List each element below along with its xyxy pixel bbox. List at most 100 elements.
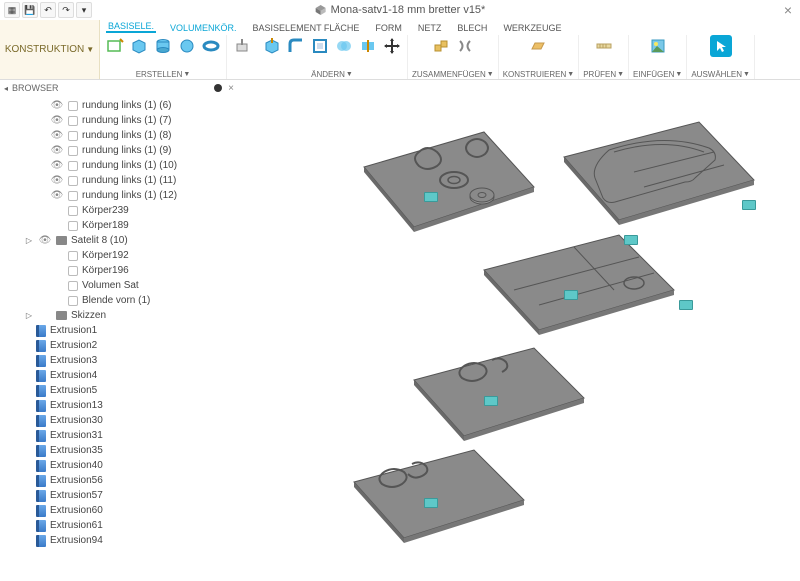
visibility-icon[interactable]: 👁 [50,190,64,201]
chevron-down-icon: ▼ [86,45,94,54]
qat-btn-4[interactable]: ↷ [58,2,74,18]
browser-options-icon[interactable] [214,84,222,92]
sphere-primitive-icon[interactable] [176,35,198,57]
select-icon[interactable] [710,35,732,57]
visibility-icon[interactable]: 👁 [50,115,64,126]
tree-item[interactable]: 👁 Körper189 [4,218,234,233]
tree-item-extrusion[interactable]: Extrusion4 [4,368,234,383]
tree-item[interactable]: 👁 rundung links (1) (11) [4,173,234,188]
body-icon [68,146,78,156]
tree-item-extrusion[interactable]: Extrusion57 [4,488,234,503]
group-auswaehlen-label: AUSWÄHLEN [691,70,742,79]
tab-netz[interactable]: NETZ [416,23,444,33]
body-plate-3[interactable] [484,235,674,345]
tree-item-extrusion[interactable]: Extrusion3 [4,353,234,368]
move-icon[interactable] [381,35,403,57]
qat-btn-1[interactable]: ▦ [4,2,20,18]
insert-icon[interactable] [647,35,669,57]
sketch-icon[interactable] [104,35,126,57]
tree-item[interactable]: 👁 rundung links (1) (7) [4,113,234,128]
combine-icon[interactable] [333,35,355,57]
tab-basisele[interactable]: BASISELE. [106,21,156,33]
chevron-down-icon[interactable]: ▼ [617,71,624,78]
tree-item-extrusion[interactable]: Extrusion61 [4,518,234,533]
chevron-down-icon[interactable]: ▼ [183,71,190,78]
body-plate-2[interactable] [564,122,754,237]
tree-item[interactable]: 👁 Körper239 [4,203,234,218]
ribbon: KONSTRUKTION▼ BASISELE. VOLUMENKÖR. BASI… [0,20,800,80]
visibility-icon[interactable]: 👁 [38,235,52,246]
tree-item-extrusion[interactable]: Extrusion30 [4,413,234,428]
chevron-down-icon[interactable]: ▼ [487,71,494,78]
tree-label: rundung links (1) (7) [82,115,171,126]
tree-item-extrusion[interactable]: Extrusion35 [4,443,234,458]
extrude-icon[interactable] [231,35,253,57]
tree-item-extrusion[interactable]: Extrusion40 [4,458,234,473]
shell-icon[interactable] [309,35,331,57]
tab-form[interactable]: FORM [373,23,404,33]
body-plate-1[interactable] [364,132,534,242]
tree-item-extrusion[interactable]: Extrusion5 [4,383,234,398]
tree-item-extrusion[interactable]: Extrusion1 [4,323,234,338]
body-plate-5[interactable] [354,450,524,550]
tree-item-extrusion[interactable]: Extrusion2 [4,338,234,353]
tree-label: Extrusion35 [50,445,103,456]
tree-item-extrusion[interactable]: Extrusion60 [4,503,234,518]
torus-primitive-icon[interactable] [200,35,222,57]
visibility-icon[interactable]: 👁 [50,100,64,111]
tree-item[interactable]: 👁 Blende vorn (1) [4,293,234,308]
title-text: Mona-satv1-18 mm bretter v15* [331,4,486,16]
body-plate-4[interactable] [414,348,584,448]
tree-item[interactable]: 👁 rundung links (1) (9) [4,143,234,158]
feature-icon [36,400,46,412]
viewport[interactable] [234,80,800,581]
visibility-icon[interactable]: 👁 [50,145,64,156]
tree-item[interactable]: 👁 Körper196 [4,263,234,278]
chevron-down-icon[interactable]: ▼ [743,71,750,78]
expand-icon[interactable]: ▷ [24,311,34,320]
qat-btn-3[interactable]: ↶ [40,2,56,18]
chevron-down-icon[interactable]: ▼ [567,71,574,78]
tree-item-extrusion[interactable]: Extrusion31 [4,428,234,443]
chevron-down-icon[interactable]: ▼ [346,71,353,78]
fillet-icon[interactable] [285,35,307,57]
joint-icon[interactable] [454,35,476,57]
tree-label: Extrusion30 [50,415,103,426]
tab-flaeche[interactable]: BASISELEMENT FLÄCHE [251,23,362,33]
tab-werkzeuge[interactable]: WERKZEUGE [501,23,563,33]
box-primitive-icon[interactable] [128,35,150,57]
tree-item-extrusion[interactable]: Extrusion56 [4,473,234,488]
tree-item[interactable]: 👁 rundung links (1) (6) [4,98,234,113]
assemble-icon[interactable] [430,35,452,57]
tree-item-extrusion[interactable]: Extrusion13 [4,398,234,413]
tree-item-skizzen[interactable]: ▷ 👁 Skizzen [4,308,234,323]
group-konstr-label: KONSTRUIEREN [503,70,567,79]
cylinder-primitive-icon[interactable] [152,35,174,57]
plane-icon[interactable] [527,35,549,57]
tree-item[interactable]: 👁 Körper192 [4,248,234,263]
visibility-icon[interactable]: 👁 [50,175,64,186]
tree-item-satelit[interactable]: ▷ 👁 Satelit 8 (10) [4,233,234,248]
workspace-picker[interactable]: KONSTRUKTION▼ [0,20,100,79]
visibility-icon[interactable]: 👁 [50,160,64,171]
expand-icon[interactable]: ▷ [24,236,34,245]
tree-item[interactable]: 👁 rundung links (1) (12) [4,188,234,203]
visibility-icon[interactable]: 👁 [50,130,64,141]
tree-item[interactable]: 👁 rundung links (1) (8) [4,128,234,143]
measure-icon[interactable] [593,35,615,57]
qat-btn-5[interactable]: ▾ [76,2,92,18]
chevron-down-icon[interactable]: ▼ [675,71,682,78]
badge-icon [742,200,756,210]
tree-item-extrusion[interactable]: Extrusion94 [4,533,234,548]
qat-btn-2[interactable]: 💾 [22,2,38,18]
split-icon[interactable] [357,35,379,57]
presspull-icon[interactable] [261,35,283,57]
tree-label: Extrusion13 [50,400,103,411]
collapse-arrow-icon[interactable]: ◂ [4,84,8,93]
tree-item[interactable]: 👁 Volumen Sat [4,278,234,293]
tree-item[interactable]: 👁 rundung links (1) (10) [4,158,234,173]
close-button[interactable]: × [784,2,792,18]
tab-blech[interactable]: BLECH [455,23,489,33]
tab-volumen[interactable]: VOLUMENKÖR. [168,23,239,33]
workspace-label: KONSTRUKTION [5,44,84,55]
